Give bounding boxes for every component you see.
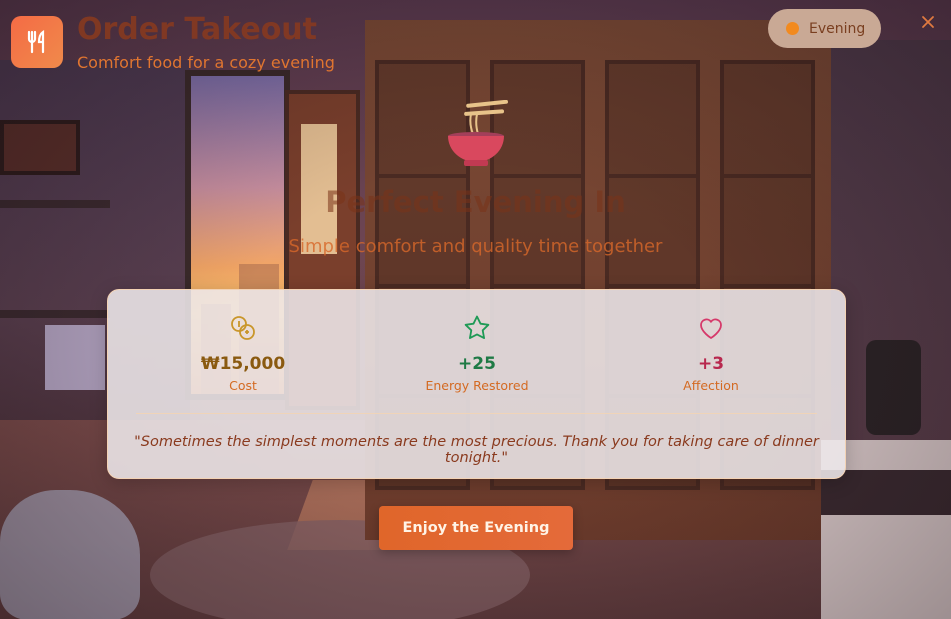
energy-value: +25: [458, 354, 496, 374]
hero-title: Perfect Evening In: [325, 185, 626, 219]
results-card: ₩15,000 Cost +25 Energy Restored +3 Affe…: [107, 289, 846, 479]
affection-label: Affection: [683, 378, 739, 393]
cost-value: ₩15,000: [200, 354, 286, 374]
enjoy-evening-button[interactable]: Enjoy the Evening: [379, 506, 573, 550]
stat-energy: +25 Energy Restored: [377, 314, 577, 393]
stat-cost: ₩15,000 Cost: [143, 314, 343, 393]
heart-icon: [697, 314, 725, 342]
stat-affection: +3 Affection: [611, 314, 811, 393]
affection-value: +3: [697, 354, 725, 374]
divider: [136, 413, 817, 414]
star-icon: [463, 314, 491, 342]
coins-icon: [229, 314, 257, 342]
time-of-day-label: Evening: [809, 20, 866, 37]
fork-knife-icon: [11, 16, 63, 68]
time-of-day-badge: Evening: [768, 9, 881, 48]
page-subtitle: Comfort food for a cozy evening: [77, 53, 335, 72]
noodle-bowl-icon: [444, 99, 508, 170]
dialogue-quote: "Sometimes the simplest moments are the …: [134, 434, 819, 466]
page-title: Order Takeout: [77, 12, 317, 47]
close-icon[interactable]: [918, 12, 938, 32]
hero-subtitle: Simple comfort and quality time together: [288, 236, 663, 257]
status-dot: [786, 22, 799, 35]
cost-label: Cost: [229, 378, 257, 393]
energy-label: Energy Restored: [425, 378, 529, 393]
